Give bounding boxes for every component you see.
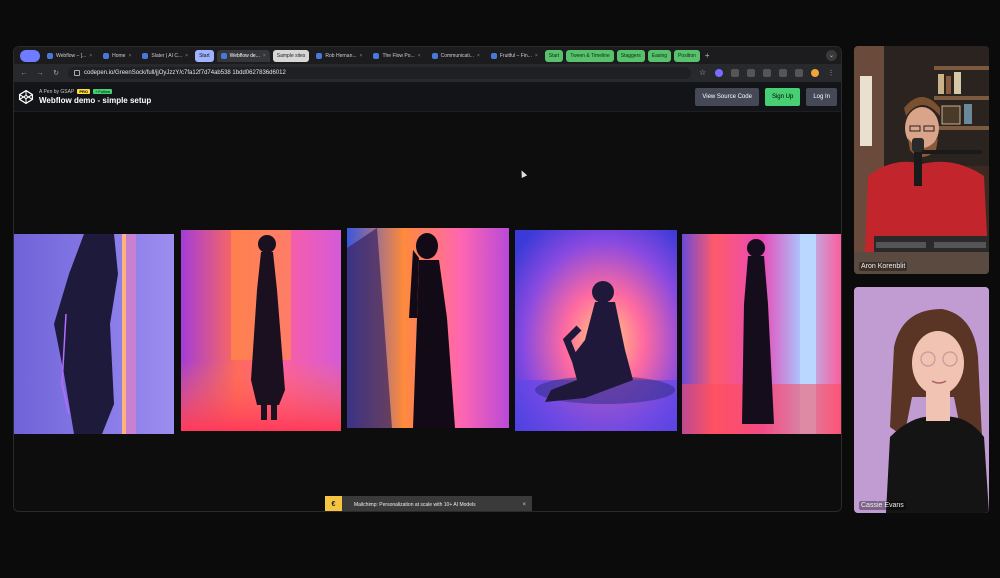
tab-strip: Webflow – [... × Home × Slater | AI C... × Sta…	[14, 47, 841, 64]
tab-label: Position	[678, 52, 696, 59]
browser-tab[interactable]: Position	[674, 49, 700, 62]
tab-favicon-icon	[47, 52, 53, 59]
tab-favicon-icon	[373, 52, 380, 59]
author-link[interactable]: A Pen by GSAP	[39, 89, 74, 95]
mailchimp-icon: €	[325, 496, 342, 511]
tab-label: Webflow de...	[229, 52, 260, 59]
browser-tab[interactable]: Slater | AI C... ×	[138, 50, 192, 62]
browser-tab[interactable]: Staggers	[616, 49, 645, 62]
browser-tab[interactable]: Webflow – [... ×	[43, 50, 96, 62]
tab-close-icon[interactable]: ×	[477, 53, 480, 59]
tab-label: Communicati...	[440, 52, 474, 59]
ad-banner[interactable]: € Mailchimp: Personalization at scale wi…	[325, 496, 532, 511]
participant-name: Cassie Evans	[859, 501, 906, 510]
browser-tab[interactable]: Webflow de... ×	[216, 49, 270, 62]
profile-avatar[interactable]	[811, 69, 819, 77]
tab-label: Staggers	[620, 52, 641, 59]
extensions-puzzle-icon[interactable]	[779, 69, 787, 77]
tab-close-icon[interactable]: ×	[360, 53, 363, 59]
extension-icon[interactable]	[763, 69, 771, 77]
log-in-button[interactable]: Log In	[806, 87, 837, 106]
tab-label: Start	[548, 52, 560, 59]
gallery-image[interactable]	[14, 234, 174, 434]
gallery-image[interactable]	[347, 228, 509, 428]
address-bar: ← → ↻ codepen.io/GreenSock/full/jjOyJzzY…	[14, 64, 841, 82]
url-field[interactable]: codepen.io/GreenSock/full/jjOyJzzY/c7fa1…	[68, 67, 691, 79]
header-actions: View Source Code Sign Up Log In	[695, 87, 837, 106]
tab-close-icon[interactable]: ×	[89, 53, 92, 59]
browser-tab[interactable]: Start	[195, 49, 214, 62]
tab-label: The Flow Po...	[382, 52, 415, 59]
window-menu-button[interactable]: ⌄	[826, 50, 837, 61]
tab-label: Sample sites	[276, 52, 306, 59]
tab-label: Tween & Timeline	[570, 52, 610, 59]
codepen-header: A Pen by GSAP PRO + Follow Webflow demo …	[14, 82, 841, 112]
tab-favicon-icon	[220, 52, 227, 59]
extension-icon[interactable]	[715, 69, 723, 77]
gallery-image[interactable]	[515, 230, 677, 431]
browser-tab[interactable]: Communicati... ×	[428, 50, 484, 62]
pen-title: Webflow demo - simple setup	[39, 95, 152, 105]
tab-label: Home	[112, 52, 126, 59]
site-info-icon[interactable]	[74, 70, 80, 76]
tab-favicon-icon	[103, 52, 110, 59]
pen-output: € Mailchimp: Personalization at scale wi…	[14, 112, 841, 511]
back-icon[interactable]: ←	[20, 70, 28, 77]
tab-favicon-icon	[316, 52, 323, 59]
sign-up-button[interactable]: Sign Up	[764, 87, 801, 106]
tab-label: Easing	[651, 52, 668, 59]
gallery-image[interactable]	[682, 234, 841, 434]
browser-tab[interactable]: Home ×	[99, 50, 135, 62]
ad-close-button[interactable]: ×	[522, 502, 532, 508]
browser-window: Webflow – [... × Home × Slater | AI C... × Sta…	[13, 46, 842, 512]
pen-byline: A Pen by GSAP PRO + Follow	[39, 89, 151, 95]
tab-close-icon[interactable]: ×	[185, 53, 188, 59]
reload-icon[interactable]: ↻	[52, 69, 60, 77]
participant-name: Aron Korenblit	[859, 262, 908, 271]
gallery-image[interactable]	[181, 230, 341, 431]
forward-icon[interactable]: →	[36, 70, 44, 77]
new-tab-icon[interactable]: +	[705, 51, 710, 60]
mouse-cursor	[518, 169, 528, 178]
screen: { "browser": { "tabs": [ {"label": "", "…	[0, 0, 1000, 578]
browser-tab[interactable]	[20, 49, 40, 62]
pen-meta: A Pen by GSAP PRO + Follow Webflow demo …	[39, 89, 151, 105]
tab-favicon-icon	[490, 52, 497, 59]
webcam-tile: Cassie Evans	[854, 287, 989, 513]
extension-icon[interactable]	[747, 69, 755, 77]
tab-close-icon[interactable]: ×	[128, 53, 131, 59]
tab-close-icon[interactable]: ×	[418, 53, 421, 59]
tab-label: Start	[199, 52, 210, 59]
bookmark-star-icon[interactable]: ☆	[699, 69, 707, 77]
webcam-tile: Aron Korenblit	[854, 46, 989, 274]
tab-close-icon[interactable]: ×	[535, 53, 538, 59]
browser-tab[interactable]: The Flow Po... ×	[369, 50, 424, 62]
tab-label: Webflow – [...	[56, 52, 87, 59]
browser-tab[interactable]: Fruitful – Fin... ×	[487, 50, 542, 62]
url-text: codepen.io/GreenSock/full/jjOyJzzY/c7fa1…	[84, 70, 286, 76]
browser-tab[interactable]: Start	[544, 49, 564, 62]
pro-badge: PRO	[77, 89, 90, 94]
webcam-video	[854, 287, 989, 513]
browser-tab[interactable]: Rob Hernan... ×	[312, 50, 366, 62]
view-source-button[interactable]: View Source Code	[695, 87, 759, 106]
ad-text: Mailchimp: Personalization at scale with…	[354, 501, 476, 508]
tab-close-icon[interactable]: ×	[263, 53, 266, 59]
extension-icon[interactable]	[731, 69, 739, 77]
webcam-video	[854, 46, 989, 274]
browser-tab[interactable]: Tween & Timeline	[566, 49, 614, 62]
sidebar-icon[interactable]	[795, 69, 803, 77]
tab-favicon-icon	[431, 52, 438, 59]
follow-button[interactable]: + Follow	[92, 89, 112, 94]
more-menu-icon[interactable]: ⋮	[827, 69, 835, 77]
browser-tab[interactable]: Easing	[647, 49, 672, 62]
tab-label: Fruitful – Fin...	[499, 52, 532, 59]
browser-tab[interactable]: Sample sites	[272, 49, 310, 62]
codepen-logo-icon[interactable]	[18, 89, 34, 105]
tab-label: Rob Hernan...	[325, 52, 357, 59]
tab-favicon-icon	[142, 52, 149, 59]
tab-label: Slater | AI C...	[151, 52, 183, 59]
